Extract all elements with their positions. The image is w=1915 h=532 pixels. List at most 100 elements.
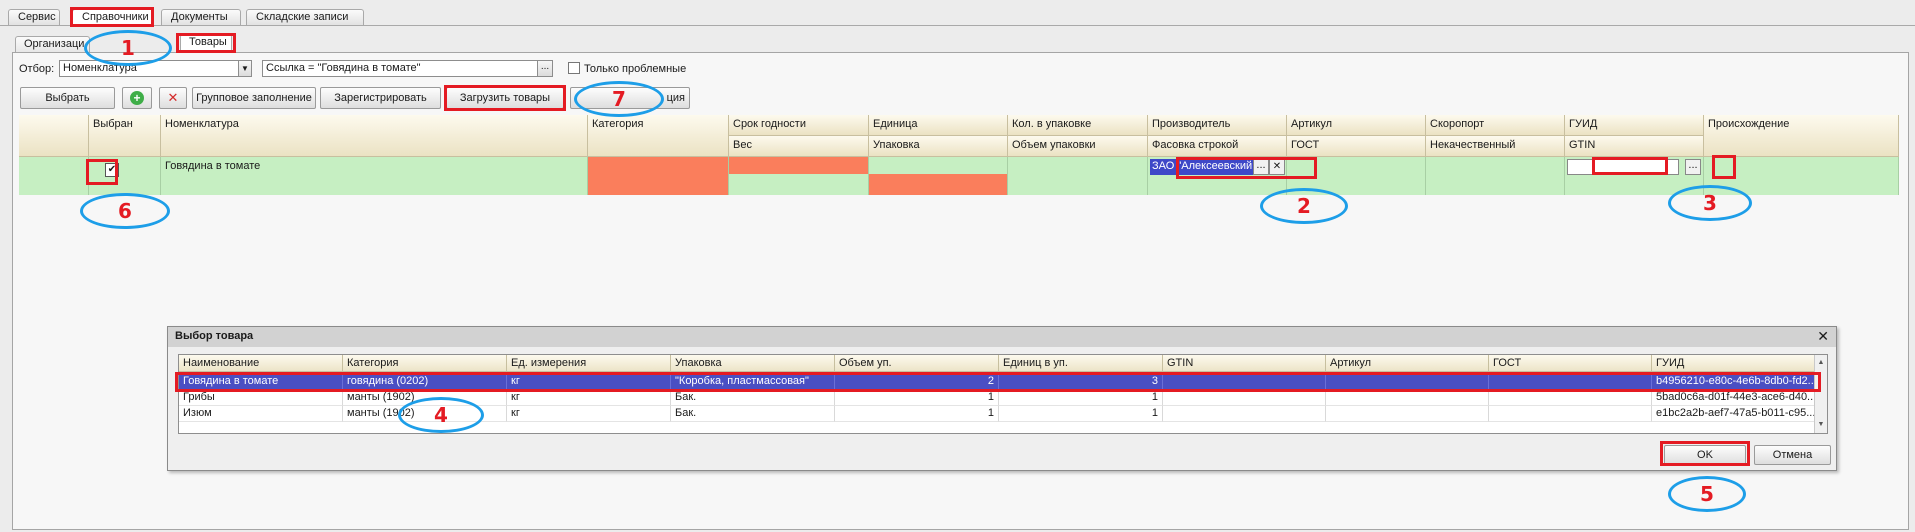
row-selected-checkbox[interactable]: ✔ bbox=[105, 163, 119, 177]
tab-directories[interactable]: Справочники bbox=[72, 9, 154, 25]
grid-header-weight[interactable]: Вес bbox=[729, 136, 869, 157]
dialog-header-units-in-pack[interactable]: Единиц в уп. bbox=[999, 355, 1163, 372]
grid-header-qty-in-pack[interactable]: Кол. в упаковке bbox=[1008, 115, 1148, 136]
dialog-table-cell[interactable]: кг bbox=[507, 406, 671, 422]
dialog-table-cell[interactable]: Грибы bbox=[179, 390, 343, 406]
scroll-up-icon[interactable]: ▲ bbox=[1815, 357, 1827, 369]
tab-warehouse-records[interactable]: Складские записи bbox=[246, 9, 364, 25]
dialog-table-cell[interactable]: "Коробка, пластмассовая" bbox=[671, 374, 835, 390]
dialog-table-cell[interactable]: 2 bbox=[835, 374, 999, 390]
table-row-producer-cell[interactable]: ЗАО "Алексеевский ... ✕ bbox=[1148, 157, 1287, 195]
load-goods-button[interactable]: Загрузить товары bbox=[446, 87, 564, 109]
guid-select-button[interactable]: ... bbox=[1685, 159, 1701, 175]
dialog-table-cell[interactable]: Бак. bbox=[671, 390, 835, 406]
table-row-perishable[interactable] bbox=[1426, 157, 1565, 195]
grid-header-gost[interactable]: ГОСТ bbox=[1287, 136, 1426, 157]
table-row-category-required[interactable] bbox=[588, 157, 729, 195]
dialog-table-cell[interactable]: кг bbox=[507, 390, 671, 406]
grid-header-unit[interactable]: Единица bbox=[869, 115, 1008, 136]
delete-button[interactable]: ✕ bbox=[159, 87, 187, 109]
dialog-header-gtin[interactable]: GTIN bbox=[1163, 355, 1326, 372]
tab-documents[interactable]: Документы bbox=[161, 9, 241, 25]
filter-ellipsis-button[interactable]: ... bbox=[537, 60, 553, 77]
subtab-organizations[interactable]: Организаци bbox=[15, 36, 90, 52]
grid-header-pack-volume[interactable]: Объем упаковки bbox=[1008, 136, 1148, 157]
dialog-table-cell[interactable]: 3 bbox=[999, 374, 1163, 390]
table-row-qty-in-pack[interactable] bbox=[1008, 157, 1148, 195]
grid-header-guid[interactable]: ГУИД bbox=[1565, 115, 1704, 136]
dialog-table-cell[interactable]: 1 bbox=[835, 390, 999, 406]
grid-header-gtin[interactable]: GTIN bbox=[1565, 136, 1704, 157]
dialog-table-cell[interactable]: манты (1902) bbox=[343, 390, 507, 406]
dialog-header-article[interactable]: Артикул bbox=[1326, 355, 1489, 372]
guid-input[interactable] bbox=[1567, 159, 1679, 175]
dialog-table-cell[interactable]: 5bad0c6a-d01f-44e3-ace6-d40... bbox=[1652, 390, 1815, 406]
dialog-header-category[interactable]: Категория bbox=[343, 355, 507, 372]
close-icon[interactable]: ✕ bbox=[1817, 328, 1829, 345]
dialog-header-unit[interactable]: Ед. измерения bbox=[507, 355, 671, 372]
table-row-shelf-life-required[interactable] bbox=[729, 157, 869, 174]
dialog-table-cell[interactable]: Бак. bbox=[671, 406, 835, 422]
chevron-down-icon[interactable]: ▼ bbox=[238, 60, 252, 77]
dialog-header-gost[interactable]: ГОСТ bbox=[1489, 355, 1652, 372]
dialog-table-cell[interactable] bbox=[1489, 390, 1652, 406]
only-problem-checkbox[interactable] bbox=[568, 62, 580, 74]
dialog-table-cell[interactable]: b4956210-e80c-4e6b-8db0-fd2... bbox=[1652, 374, 1815, 390]
ok-button[interactable]: OK bbox=[1664, 445, 1746, 465]
filter-condition-input[interactable]: Ссылка = "Говядина в томате" bbox=[262, 60, 538, 77]
grid-header-producer[interactable]: Производитель bbox=[1148, 115, 1287, 136]
filter-field-select[interactable]: Номенклатура bbox=[59, 60, 239, 77]
dialog-scrollbar[interactable]: ▲ ▼ bbox=[1814, 355, 1827, 433]
grid-header-article[interactable]: Артикул bbox=[1287, 115, 1426, 136]
dialog-table-cell[interactable]: e1bc2a2b-aef7-47a5-b011-c95... bbox=[1652, 406, 1815, 422]
dialog-table-cell[interactable] bbox=[1489, 406, 1652, 422]
dialog-header-guid[interactable]: ГУИД bbox=[1652, 355, 1815, 372]
hidden-toolbar-button[interactable]: ция bbox=[570, 87, 690, 109]
table-row-selected-cell[interactable]: ✔ bbox=[89, 157, 161, 195]
producer-clear-icon[interactable]: ✕ bbox=[1269, 159, 1285, 175]
scroll-down-icon[interactable]: ▼ bbox=[1815, 419, 1827, 431]
dialog-table-cell[interactable]: кг bbox=[507, 374, 671, 390]
dialog-table-cell[interactable]: 1 bbox=[999, 390, 1163, 406]
producer-select-button[interactable]: ... bbox=[1253, 159, 1269, 175]
dialog-header-name[interactable]: Наименование bbox=[179, 355, 343, 372]
dialog-table-cell[interactable]: 1 bbox=[835, 406, 999, 422]
select-button[interactable]: Выбрать bbox=[20, 87, 115, 109]
table-row-unit[interactable] bbox=[869, 157, 1008, 174]
grid-header-shelf-life[interactable]: Срок годности bbox=[729, 115, 869, 136]
dialog-table-cell[interactable] bbox=[1326, 374, 1489, 390]
grid-header-defective[interactable]: Некачественный bbox=[1426, 136, 1565, 157]
dialog-table-cell[interactable] bbox=[1163, 374, 1326, 390]
dialog-table-cell[interactable] bbox=[1163, 390, 1326, 406]
tab-service[interactable]: Сервис bbox=[8, 9, 60, 25]
dialog-header-pack-volume[interactable]: Объем уп. bbox=[835, 355, 999, 372]
grid-header-category[interactable]: Категория bbox=[588, 115, 729, 157]
subtab-goods[interactable]: Товары bbox=[180, 34, 232, 52]
dialog-table-cell[interactable]: манты (1902) bbox=[343, 406, 507, 422]
cancel-button[interactable]: Отмена bbox=[1754, 445, 1831, 465]
dialog-table-cell[interactable] bbox=[1163, 406, 1326, 422]
grid-header-origin[interactable]: Происхождение bbox=[1704, 115, 1899, 157]
dialog-table-cell[interactable]: Изюм bbox=[179, 406, 343, 422]
grid-header-nomenclature[interactable]: Номенклатура bbox=[161, 115, 588, 157]
table-row-weight[interactable] bbox=[729, 174, 869, 195]
grid-header-package[interactable]: Упаковка bbox=[869, 136, 1008, 157]
register-button[interactable]: Зарегистрировать bbox=[320, 87, 441, 109]
grid-header-perishable[interactable]: Скоропорт bbox=[1426, 115, 1565, 136]
dialog-table-cell[interactable]: Говядина в томате bbox=[179, 374, 343, 390]
producer-value[interactable]: ЗАО "Алексеевский bbox=[1150, 159, 1253, 175]
dialog-table-cell[interactable]: 1 bbox=[999, 406, 1163, 422]
dialog-header-package[interactable]: Упаковка bbox=[671, 355, 835, 372]
table-row-guid-cell[interactable]: ... bbox=[1565, 157, 1704, 195]
dialog-table-cell[interactable]: говядина (0202) bbox=[343, 374, 507, 390]
dialog-table-cell[interactable] bbox=[1326, 406, 1489, 422]
grid-header-packing-string[interactable]: Фасовка строкой bbox=[1148, 136, 1287, 157]
add-button[interactable]: + bbox=[122, 87, 152, 109]
table-row-origin[interactable] bbox=[1704, 157, 1899, 195]
table-row-article[interactable] bbox=[1287, 157, 1426, 195]
dialog-table-cell[interactable] bbox=[1326, 390, 1489, 406]
group-fill-button[interactable]: Групповое заполнение bbox=[192, 87, 316, 109]
dialog-table-cell[interactable] bbox=[1489, 374, 1652, 390]
grid-header-selected[interactable]: Выбран bbox=[89, 115, 161, 157]
table-row-package-required[interactable] bbox=[869, 174, 1008, 195]
